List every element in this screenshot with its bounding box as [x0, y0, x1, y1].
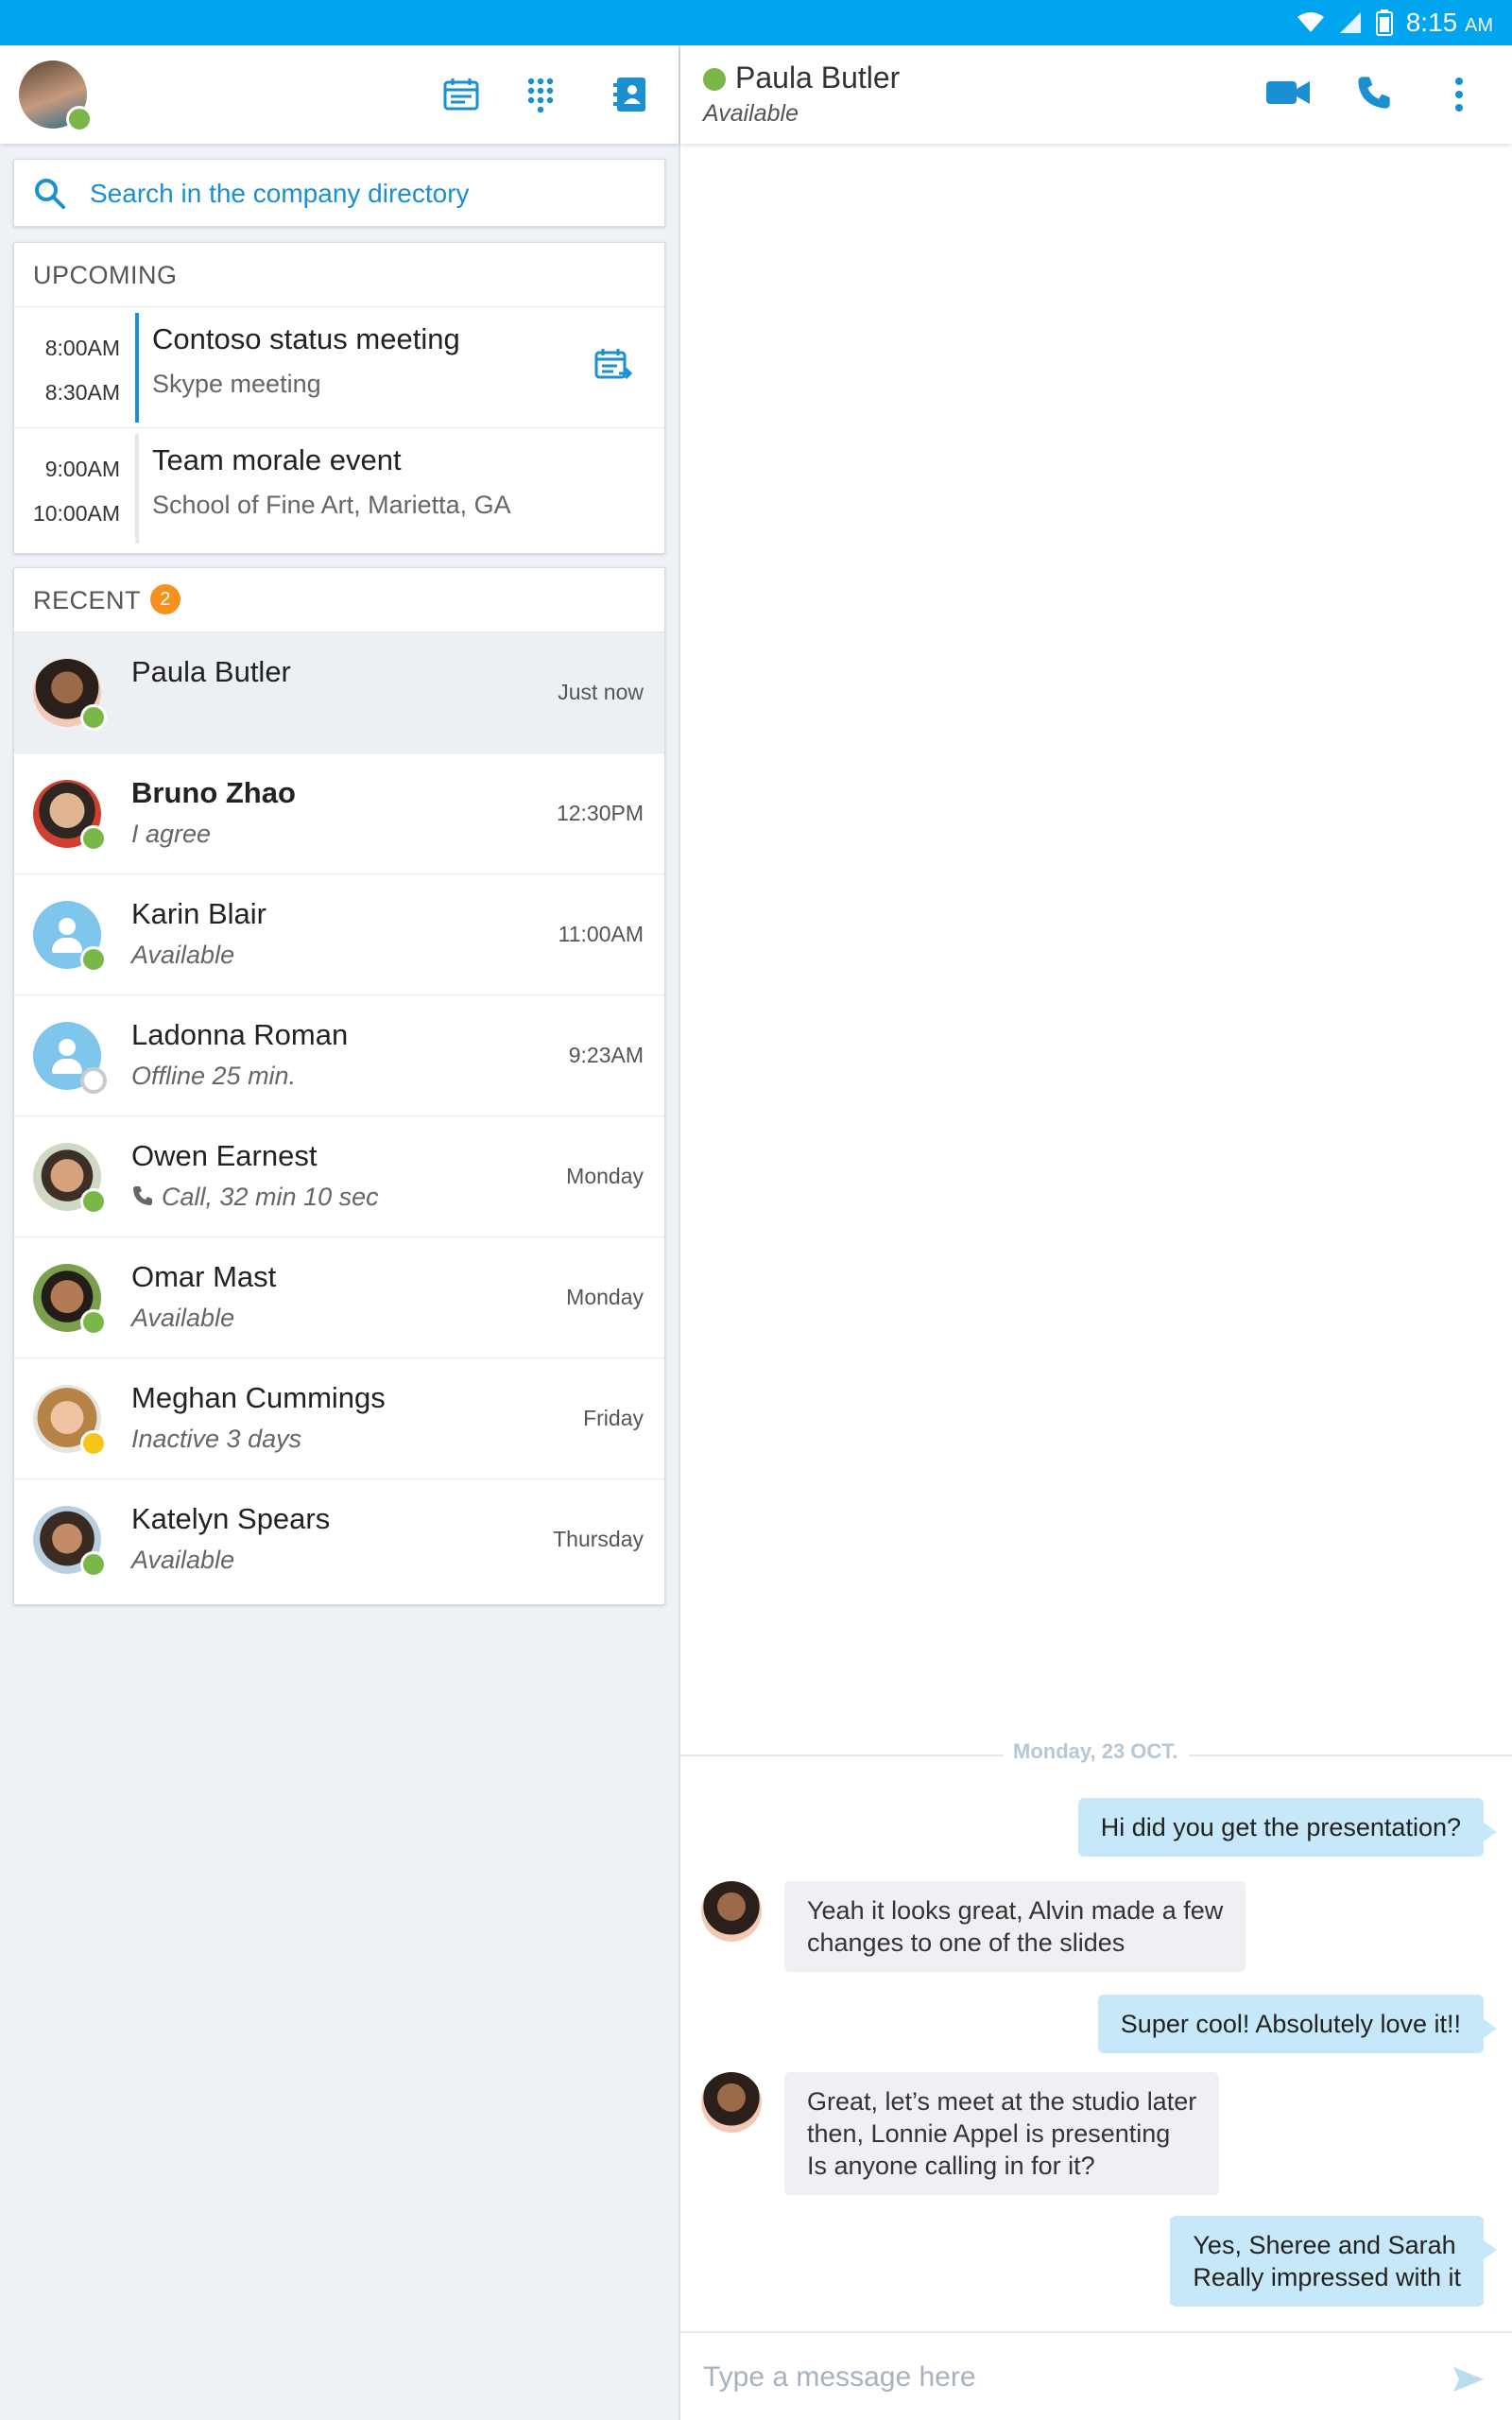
left-header — [0, 45, 679, 144]
message-outgoing: Yes, Sheree and Sarah Really impressed w… — [1170, 2216, 1497, 2307]
meeting-item[interactable]: 9:00AM 10:00AM Team morale event School … — [14, 428, 664, 549]
presence-indicator — [80, 1430, 107, 1457]
contact-status: Call, 32 min 10 sec — [131, 1183, 379, 1212]
avatar — [33, 659, 107, 731]
contact-row[interactable]: Bruno Zhao I agree 12:30PM — [14, 753, 664, 874]
conversation-header: Paula Butler Available — [680, 45, 1512, 144]
message-outgoing: Super cool! Absolutely love it!! — [1097, 1995, 1498, 2053]
avatar — [33, 780, 107, 852]
meeting-subtitle: School of Fine Art, Marietta, GA — [152, 491, 511, 519]
left-pane: Search in the company directory UPCOMING… — [0, 45, 679, 2420]
contact-row[interactable]: Ladonna Roman Offline 25 min. 9:23AM — [14, 995, 664, 1116]
contact-time: Friday — [583, 1406, 644, 1430]
recent-title: RECENT 2 — [14, 568, 664, 632]
battery-icon — [1375, 9, 1393, 36]
contact-status: I agree — [131, 820, 212, 848]
upcoming-card: UPCOMING 8:00AM 8:30AM Contoso status me… — [13, 242, 665, 554]
contact-status: Inactive 3 days — [131, 1425, 302, 1453]
contacts-icon[interactable] — [610, 74, 652, 115]
calendar-icon[interactable] — [440, 74, 482, 115]
contact-name: Owen Earnest — [131, 1139, 318, 1172]
upcoming-title: UPCOMING — [14, 243, 664, 307]
contact-row[interactable]: Owen Earnest Call, 32 min 10 sec Monday — [14, 1116, 664, 1237]
conversation-title: Paula Butler — [735, 60, 901, 95]
presence-indicator — [80, 1188, 107, 1215]
unread-badge: 2 — [150, 583, 181, 614]
directory-search[interactable]: Search in the company directory — [13, 159, 665, 227]
wifi-icon — [1297, 12, 1324, 32]
date-separator: Monday, 23 OCT. — [680, 1739, 1512, 1763]
contact-name: Omar Mast — [131, 1260, 277, 1293]
contact-time: Just now — [558, 680, 644, 704]
meeting-title: Team morale event — [152, 443, 402, 476]
avatar — [701, 1881, 762, 1942]
contact-time: Monday — [566, 1164, 644, 1188]
avatar — [701, 2072, 762, 2133]
contact-name: Paula Butler — [131, 655, 291, 688]
date-label: Monday, 23 OCT. — [1013, 1739, 1178, 1763]
avatar-placeholder — [33, 1022, 107, 1094]
presence-indicator — [80, 1309, 107, 1336]
contact-status: Available — [131, 1304, 235, 1332]
cell-signal-icon — [1339, 12, 1361, 33]
search-label[interactable]: Search in the company directory — [90, 179, 470, 209]
message-outgoing: Hi did you get the presentation? — [1077, 1798, 1498, 1857]
status-clock: 8:15 AM — [1405, 8, 1493, 37]
contact-time: 12:30PM — [556, 801, 644, 825]
avatar — [33, 1143, 107, 1215]
message-incoming: Yeah it looks great, Alvin made a few ch… — [784, 1881, 1246, 1972]
contact-name: Meghan Cummings — [131, 1381, 386, 1414]
contact-status: Available — [131, 941, 235, 969]
presence-indicator — [703, 68, 726, 91]
contact-row[interactable]: Omar Mast Available Monday — [14, 1237, 664, 1358]
contact-time: Thursday — [553, 1527, 644, 1551]
contact-row[interactable]: Meghan Cummings Inactive 3 days Friday — [14, 1358, 664, 1479]
contact-name: Ladonna Roman — [131, 1018, 349, 1051]
my-presence-indicator — [66, 106, 93, 132]
avatar-placeholder — [33, 901, 107, 973]
presence-indicator — [80, 1551, 107, 1578]
contact-name: Katelyn Spears — [131, 1502, 331, 1535]
contact-time: 9:23AM — [568, 1043, 644, 1067]
my-avatar[interactable] — [19, 60, 93, 132]
presence-indicator — [80, 1067, 107, 1094]
meeting-bar — [135, 434, 139, 544]
dialpad-icon[interactable] — [520, 74, 561, 115]
status-bar: 8:15 AM — [0, 0, 1512, 45]
video-call-icon[interactable] — [1266, 79, 1312, 106]
send-icon[interactable] — [1452, 2365, 1486, 2394]
contact-name: Karin Blair — [131, 897, 266, 930]
presence-indicator — [80, 825, 107, 852]
presence-indicator — [80, 946, 107, 973]
more-options-icon[interactable] — [1453, 76, 1465, 113]
meeting-item[interactable]: 8:00AM 8:30AM Contoso status meeting Sky… — [14, 307, 664, 428]
meeting-title: Contoso status meeting — [152, 322, 460, 355]
meeting-bar — [135, 313, 139, 423]
conversation-status: Available — [703, 100, 799, 127]
contact-time: 11:00AM — [558, 922, 644, 946]
meeting-times: 9:00AM 10:00AM — [32, 457, 120, 526]
contact-name: Bruno Zhao — [131, 776, 296, 809]
contact-row[interactable]: Katelyn Spears Available Thursday — [14, 1479, 664, 1600]
meeting-subtitle: Skype meeting — [152, 370, 321, 398]
search-icon — [35, 179, 65, 209]
contact-row[interactable]: Karin Blair Available 11:00AM — [14, 874, 664, 995]
meeting-times: 8:00AM 8:30AM — [44, 336, 120, 405]
message-incoming: Great, let’s meet at the studio later th… — [784, 2072, 1220, 2195]
contact-time: Monday — [566, 1285, 644, 1309]
message-input[interactable] — [703, 2354, 1383, 2401]
recent-card: RECENT 2 Paula Butler Just now Bruno Zhao… — [13, 567, 665, 1605]
phone-icon — [133, 1186, 152, 1205]
contact-status: Offline 25 min. — [131, 1062, 297, 1090]
contact-status: Available — [131, 1546, 235, 1574]
phone-call-icon[interactable] — [1355, 74, 1393, 112]
avatar — [33, 1385, 107, 1457]
meeting-join-icon[interactable] — [593, 345, 634, 387]
avatar — [33, 1506, 107, 1578]
conversation-pane: Paula Butler Available Monday, 23 OCT. H… — [680, 45, 1512, 2420]
avatar — [33, 1264, 107, 1336]
contact-row[interactable]: Paula Butler Just now — [14, 632, 664, 753]
compose-bar — [680, 2331, 1512, 2420]
presence-indicator — [80, 704, 107, 731]
